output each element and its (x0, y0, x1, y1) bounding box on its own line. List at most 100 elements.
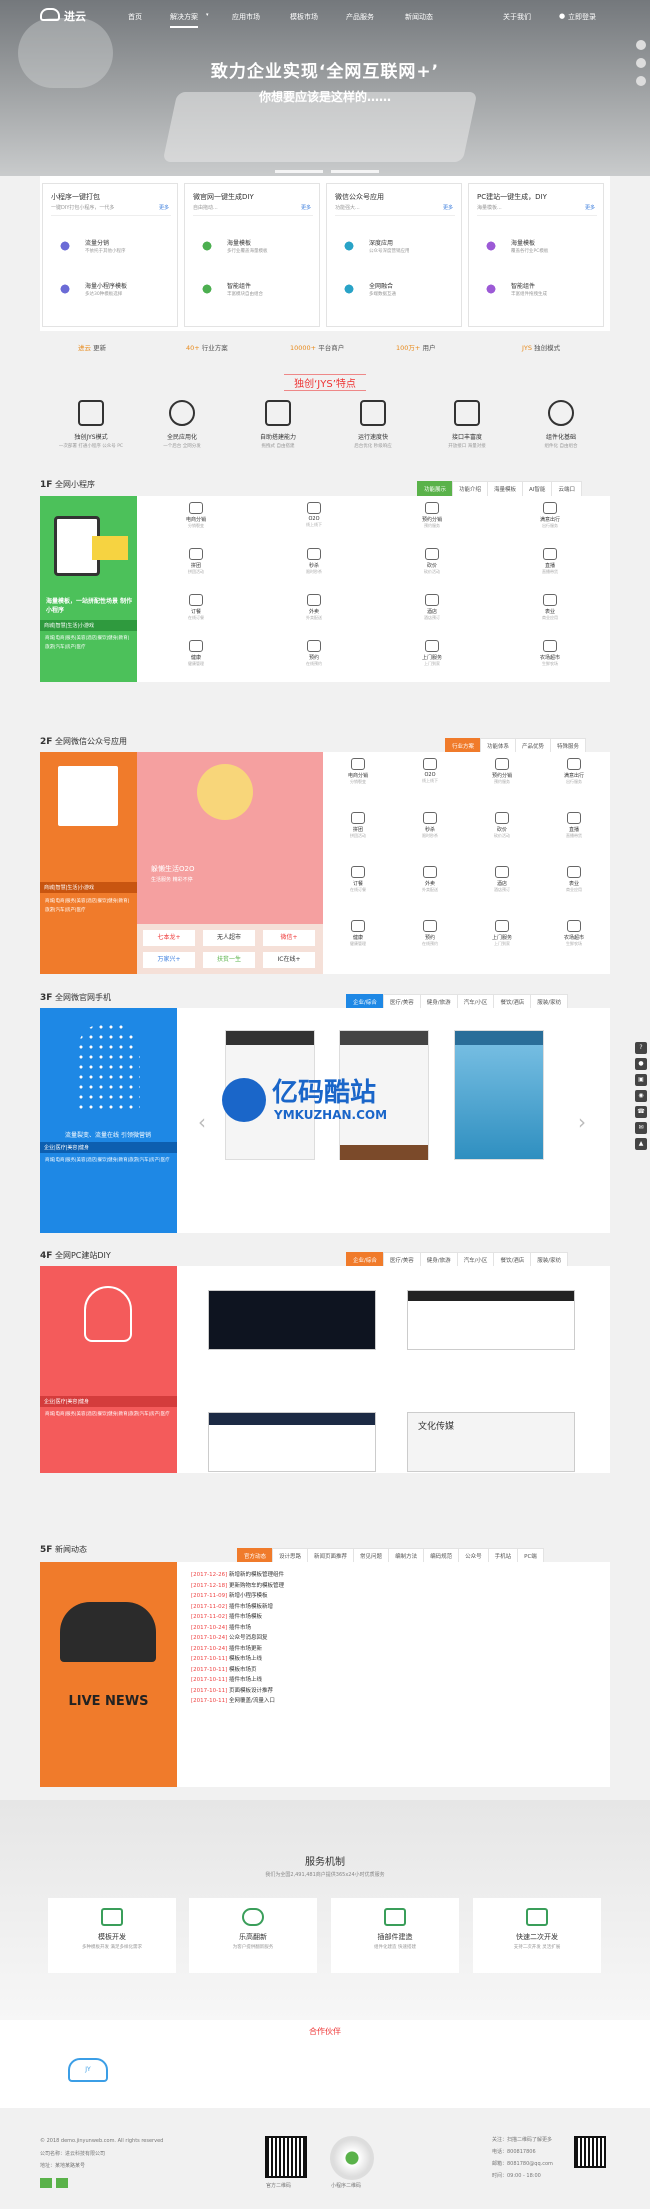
grid-item[interactable]: 订餐 在线订餐 (323, 866, 393, 892)
banner-links[interactable]: 商城|电商|服务|美容|酒店|餐饮|健身|教育|旅游|汽车|房产|医疗 (45, 897, 133, 915)
grid-item[interactable]: 表业 商业应用 (539, 866, 609, 892)
product-card-wechat[interactable]: 微信公众号应用 功能强大... 更多 深度应用 公众号深度营销应用 全网融合 多… (326, 183, 462, 327)
grid-item[interactable]: 直播 直播带货 (539, 812, 609, 838)
grid-item[interactable]: 上门服务 上门到家 (377, 640, 487, 666)
tab[interactable]: 云端口 (551, 481, 582, 497)
banner-links[interactable]: 商城|电商|服务|美容|酒店|餐饮|健身|教育|旅游|汽车|房产|医疗 (45, 1156, 173, 1165)
login-link[interactable]: 立即登录 (568, 12, 596, 22)
service-card[interactable]: 插部件建造 组件化建造 快速搭建 (331, 1898, 459, 1973)
pc-site-preview[interactable] (208, 1412, 376, 1472)
news-item[interactable]: [2017-10-11] 全网覆盖/流量入口 (191, 1696, 284, 1707)
slider-dot[interactable] (275, 170, 323, 173)
service-card[interactable]: 快速二次开发 支持二次开发 灵活扩展 (473, 1898, 601, 1973)
news-item[interactable]: [2017-11-02] 插件市场模板 (191, 1612, 284, 1623)
help-icon[interactable]: ? (635, 1042, 647, 1054)
banner-links[interactable]: 商城|电商|服务|美容|酒店|餐饮|健身|教育|旅游|汽车|房产|医疗 (45, 634, 133, 652)
grid-item[interactable]: 外卖 外卖配送 (259, 594, 369, 620)
card-more-link[interactable]: 更多 (301, 204, 311, 211)
grid-item[interactable]: O2O 线上线下 (395, 758, 465, 783)
news-item[interactable]: [2017-11-09] 新增小程序模板 (191, 1591, 284, 1602)
phone-preview[interactable] (454, 1030, 544, 1160)
news-item[interactable]: [2017-10-24] 插件市场更新 (191, 1644, 284, 1655)
tab[interactable]: 功能展示 (417, 481, 453, 497)
wechat-icon[interactable]: ✉ (635, 1122, 647, 1134)
grid-item[interactable]: 农场超市 生鲜农场 (539, 920, 609, 946)
grid-item[interactable]: 电商分销 分销裂变 (323, 758, 393, 784)
grid-item[interactable]: 满意出行 出行服务 (495, 502, 605, 528)
grid-item[interactable]: 砍价 砍价活动 (467, 812, 537, 838)
grid-item[interactable]: 秒杀 限时秒杀 (259, 548, 369, 574)
promo-button[interactable]: 微信+ (263, 930, 315, 946)
nav-item-app-market[interactable]: 应用市场 (232, 12, 260, 22)
floor-2-banner[interactable]: 商城|智慧|生活|小游戏 商城|电商|服务|美容|酒店|餐饮|健身|教育|旅游|… (40, 752, 137, 974)
card-more-link[interactable]: 更多 (159, 204, 169, 211)
news-item[interactable]: [2017-10-11] 插件市场上线 (191, 1675, 284, 1686)
logo-cloud-icon[interactable] (40, 8, 60, 21)
banner-links[interactable]: 商城|电商|服务|美容|酒店|餐饮|健身|教育|旅游|汽车|房产|医疗 (45, 1410, 173, 1419)
news-item[interactable]: [2017-12-26] 新增新的模板管理组件 (191, 1570, 284, 1581)
promo-button[interactable]: 无人超市 (203, 930, 255, 946)
tab[interactable]: AI智能 (522, 481, 552, 497)
service-card[interactable]: 乐高翻新 为客户提供翻新服务 (189, 1898, 317, 1973)
banner-categories[interactable]: 商城|智慧|生活|小游戏 (40, 882, 137, 893)
news-item[interactable]: [2017-10-11] 页面模板设计推荐 (191, 1686, 284, 1697)
phone-icon[interactable]: ☎ (635, 1106, 647, 1118)
floor-1-banner[interactable]: 海量模板，一站拼配性场景 制作小程序 商城|智慧|生活|小游戏 商城|电商|服务… (40, 496, 137, 682)
slider-dot[interactable] (331, 170, 379, 173)
banner-categories[interactable]: 企业|医疗|美容|健身 (40, 1396, 177, 1407)
back-to-top-icon[interactable]: ▲ (635, 1138, 647, 1150)
banner-categories[interactable]: 企业|医疗|美容|健身 (40, 1142, 177, 1153)
grid-item[interactable]: 满意出行 出行服务 (539, 758, 609, 784)
nav-item-home[interactable]: 首页 (128, 12, 142, 22)
nav-item-solutions[interactable]: 解决方案 (170, 12, 198, 28)
tab[interactable]: 功能介绍 (452, 481, 488, 497)
weibo-share-icon[interactable] (56, 2178, 68, 2188)
product-card-microsite[interactable]: 微官网一键生成DIY 自由拖动... 更多 海量模板 多行业覆盖海量模板 智能组… (184, 183, 320, 327)
qq-icon[interactable]: ◉ (635, 1090, 647, 1102)
tab[interactable]: 海量模板 (487, 481, 523, 497)
wechat-share-icon[interactable] (40, 2178, 52, 2188)
grid-item[interactable]: 酒店 酒店预订 (377, 594, 487, 620)
news-item[interactable]: [2017-10-24] 插件市场 (191, 1623, 284, 1634)
grid-item[interactable]: 电商分销 分销裂变 (141, 502, 251, 528)
logo-text[interactable]: 进云 (64, 8, 86, 24)
nav-item-products[interactable]: 产品服务 (346, 12, 374, 22)
grid-item[interactable]: 农场超市 生鲜农场 (495, 640, 605, 666)
bell-icon[interactable]: ● (635, 1058, 647, 1070)
grid-item[interactable]: 酒店 酒店预订 (467, 866, 537, 892)
qq-icon[interactable] (636, 58, 646, 68)
grid-item[interactable]: 秒杀 限时秒杀 (395, 812, 465, 838)
grid-item[interactable]: 预约分销 预约服务 (467, 758, 537, 784)
grid-item[interactable]: 表业 商业应用 (495, 594, 605, 620)
weibo-icon[interactable] (636, 40, 646, 50)
nav-item-news[interactable]: 新闻动态 (405, 12, 433, 22)
floor-3-banner[interactable]: 流量裂变、流量在线 引领微营销 企业|医疗|美容|健身 商城|电商|服务|美容|… (40, 1008, 177, 1233)
partner-logo[interactable]: JY (68, 2058, 108, 2082)
grid-item[interactable]: 外卖 外卖配送 (395, 866, 465, 892)
cart-icon[interactable]: ▣ (635, 1074, 647, 1086)
news-item[interactable]: [2017-10-11] 模板市场页 (191, 1665, 284, 1676)
promo-button[interactable]: 七本龙+ (143, 930, 195, 946)
grid-item[interactable]: 健康 健康管理 (323, 920, 393, 946)
nav-item-template-market[interactable]: 模板市场 (290, 12, 318, 22)
grid-item[interactable]: 拼团 拼团活动 (323, 812, 393, 838)
news-item[interactable]: [2017-12-18] 更新购物车的模板管理 (191, 1581, 284, 1592)
chevron-left-icon[interactable]: ‹ (198, 1110, 206, 1134)
card-more-link[interactable]: 更多 (585, 204, 595, 211)
pc-site-preview[interactable]: 文化传媒 (407, 1412, 575, 1472)
news-item[interactable]: [2017-10-11] 模板市场上线 (191, 1654, 284, 1665)
promo-button[interactable]: 扶贫一生 (203, 952, 255, 968)
grid-item[interactable]: 订餐 在线订餐 (141, 594, 251, 620)
grid-item[interactable]: 砍价 砍价活动 (377, 548, 487, 574)
nav-item-about[interactable]: 关于我们 (503, 12, 531, 22)
card-more-link[interactable]: 更多 (443, 204, 453, 211)
service-card[interactable]: 模板开发 多种模板开发 满足多样化需求 (48, 1898, 176, 1973)
grid-item[interactable]: 拼团 拼团活动 (141, 548, 251, 574)
product-card-miniprogram[interactable]: 小程序一键打包 一键DIY打包小程序，一代多 更多 流量分销 不依托于其他小程序… (42, 183, 178, 327)
banner-categories[interactable]: 商城|智慧|生活|小游戏 (40, 620, 137, 631)
grid-item[interactable]: 上门服务 上门到家 (467, 920, 537, 946)
news-item[interactable]: [2017-10-24] 公众号消息回复 (191, 1633, 284, 1644)
grid-item[interactable]: 预约分销 预约服务 (377, 502, 487, 528)
grid-item[interactable]: 预约 在线预约 (259, 640, 369, 666)
grid-item[interactable]: 直播 直播带货 (495, 548, 605, 574)
